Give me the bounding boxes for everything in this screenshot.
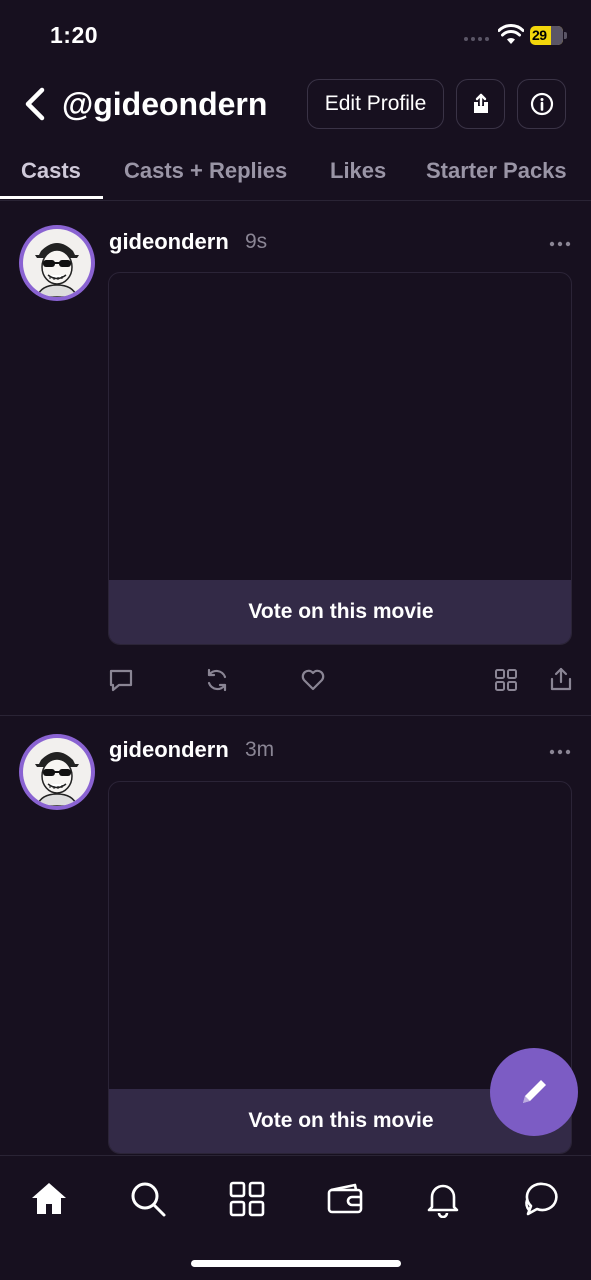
home-indicator bbox=[191, 1260, 401, 1267]
cast-author[interactable]: gideondern bbox=[109, 229, 229, 255]
info-button[interactable] bbox=[517, 79, 566, 129]
profile-tabs: Casts Casts + Replies Likes Starter Pack… bbox=[0, 146, 591, 200]
profile-header: @gideondern Edit Profile bbox=[0, 74, 591, 136]
avatar[interactable] bbox=[19, 225, 95, 301]
bottom-nav bbox=[0, 1155, 591, 1280]
wallet-icon[interactable] bbox=[326, 1180, 364, 1218]
tab-starter-packs[interactable]: Starter Packs bbox=[426, 158, 567, 184]
battery-percent: 29 bbox=[532, 27, 547, 43]
profile-handle: @gideondern bbox=[62, 86, 268, 122]
tab-casts-replies[interactable]: Casts + Replies bbox=[124, 158, 287, 184]
cast-author[interactable]: gideondern bbox=[109, 737, 229, 763]
edit-profile-button[interactable]: Edit Profile bbox=[307, 79, 444, 129]
share-icon bbox=[473, 93, 488, 113]
active-tab-indicator bbox=[0, 196, 103, 199]
home-icon[interactable] bbox=[30, 1180, 68, 1218]
apps-grid-icon[interactable] bbox=[493, 667, 519, 693]
tab-likes[interactable]: Likes bbox=[330, 158, 386, 184]
avatar-image bbox=[35, 752, 79, 806]
battery-icon: 29 bbox=[530, 26, 567, 45]
compose-cast-button[interactable] bbox=[490, 1048, 578, 1136]
share-button[interactable] bbox=[456, 79, 505, 129]
more-options-icon[interactable] bbox=[549, 241, 571, 247]
pencil-icon bbox=[523, 1080, 546, 1103]
heart-icon[interactable] bbox=[300, 667, 326, 693]
share-icon[interactable] bbox=[548, 666, 574, 692]
divider bbox=[0, 200, 591, 201]
tab-casts[interactable]: Casts bbox=[21, 158, 81, 184]
chat-icon[interactable] bbox=[523, 1180, 561, 1218]
status-bar: 1:20 29 bbox=[0, 0, 591, 70]
avatar-image bbox=[35, 243, 79, 297]
reply-icon[interactable] bbox=[108, 667, 134, 693]
cast-timestamp: 9s bbox=[245, 230, 268, 253]
divider bbox=[0, 715, 591, 716]
cellular-signal-icon bbox=[464, 37, 489, 41]
chevron-left-icon[interactable] bbox=[22, 86, 48, 122]
frame-embed: Vote on this movie bbox=[108, 272, 572, 645]
info-icon bbox=[530, 92, 553, 116]
cast-timestamp: 3m bbox=[245, 738, 275, 761]
more-options-icon[interactable] bbox=[549, 749, 571, 755]
vote-movie-button[interactable]: Vote on this movie bbox=[109, 580, 571, 644]
bell-icon[interactable] bbox=[424, 1180, 462, 1218]
wifi-icon bbox=[498, 24, 524, 44]
search-icon[interactable] bbox=[129, 1180, 167, 1218]
recast-icon[interactable] bbox=[204, 667, 230, 693]
avatar[interactable] bbox=[19, 734, 95, 810]
status-time: 1:20 bbox=[50, 22, 99, 48]
apps-grid-icon[interactable] bbox=[228, 1180, 266, 1218]
